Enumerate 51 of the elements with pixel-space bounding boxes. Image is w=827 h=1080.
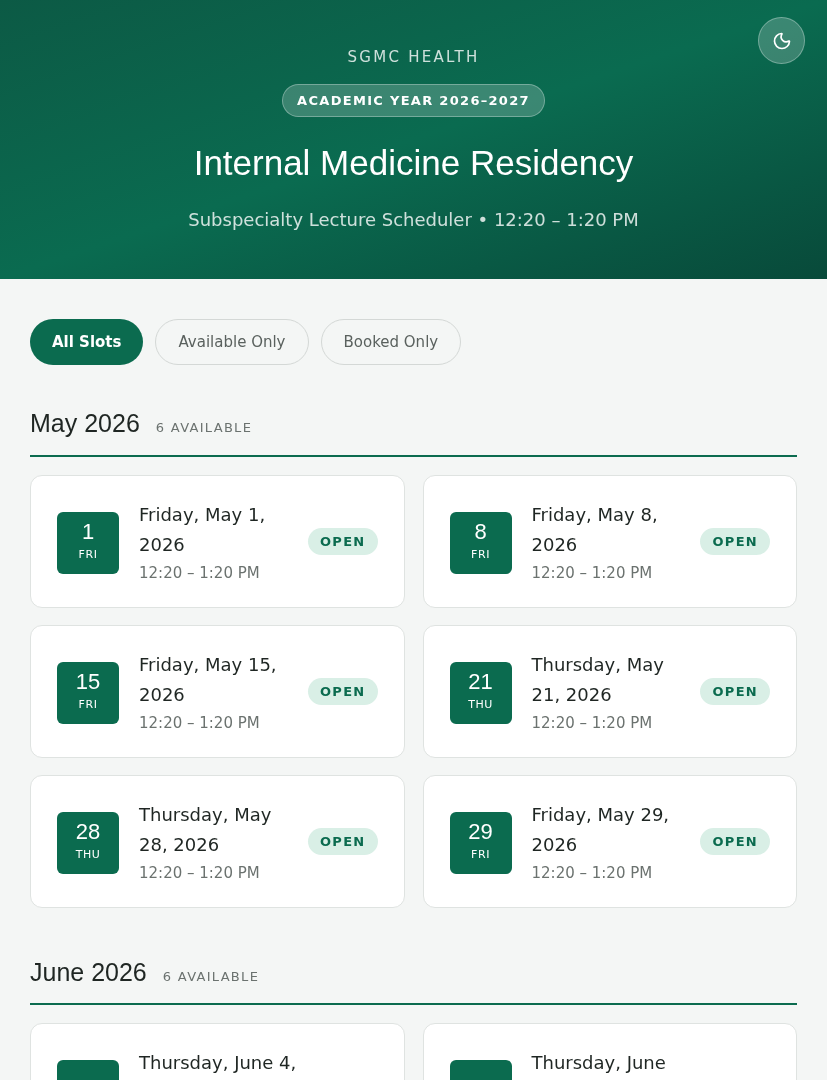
slot-date: Friday, May 8, 2026 <box>531 502 659 557</box>
available-count: 6 AVAILABLE <box>162 967 260 986</box>
slot-date: Thursday, June <box>531 1051 667 1075</box>
status-pill: OPEN <box>307 527 378 555</box>
slot-card[interactable]: 29 FRI Friday, May 29, 2026 12:20 – 1:20 PM OPEN <box>422 774 797 908</box>
page-title: Internal Medicine Residency <box>193 142 634 184</box>
status-pill: OPEN <box>307 827 378 855</box>
filter-button[interactable]: All Slots <box>30 319 144 365</box>
weekday: THU <box>75 847 101 864</box>
weekday: FRI <box>78 547 98 564</box>
slot-date: Friday, May 29, 2026 <box>531 802 671 857</box>
slot-date: Thursday, May 21, 2026 <box>531 652 665 707</box>
slot-card[interactable]: 8 FRI Friday, May 8, 2026 12:20 – 1:20 PM OPEN <box>422 474 797 608</box>
slot-card[interactable]: Thursday, June <box>422 1023 797 1080</box>
slot-time: 12:20 – 1:20 PM <box>531 562 654 584</box>
month-heading: June 2026 <box>30 956 147 988</box>
month-heading: May 2026 <box>30 408 140 439</box>
slot-card[interactable]: 1 FRI Friday, May 1, 2026 12:20 – 1:20 PM OPEN <box>30 474 405 608</box>
slot-date: Thursday, May 28, 2026 <box>139 802 273 857</box>
status-pill: OPEN <box>700 527 770 555</box>
slot-date: Friday, May 1, 2026 <box>139 502 267 557</box>
status-pill: OPEN <box>307 677 378 705</box>
day-number: 28 <box>75 821 101 844</box>
slot-time: 12:20 – 1:20 PM <box>139 562 261 584</box>
slot-time: 12:20 – 1:20 PM <box>139 712 261 734</box>
slot-card[interactable]: Thursday, June 4, <box>30 1023 405 1080</box>
slot-card[interactable]: 28 THU Thursday, May 28, 2026 12:20 – 1:20 PM OPEN <box>30 774 405 908</box>
theme-toggle-button[interactable] <box>758 17 805 64</box>
weekday: FRI <box>471 547 490 564</box>
slot-time: 12:20 – 1:20 PM <box>531 712 654 734</box>
day-number: 21 <box>468 671 493 694</box>
page-subtitle: Subspecialty Lecture Scheduler • 12:20 – 1:20 PM <box>188 207 639 232</box>
day-number: 1 <box>81 521 95 544</box>
day-number: 8 <box>474 521 487 544</box>
available-count: 6 AVAILABLE <box>155 419 253 437</box>
day-number: 29 <box>468 821 493 844</box>
slot-card[interactable]: 15 FRI Friday, May 15, 2026 12:20 – 1:20 PM OPEN <box>30 624 405 758</box>
slot-date: Friday, May 15, 2026 <box>139 652 278 707</box>
academic-year-badge: ACADEMIC YEAR 2026–2027 <box>282 83 545 117</box>
slot-date: Thursday, June 4, <box>139 1051 298 1075</box>
moon-icon <box>771 30 792 51</box>
day-number: 15 <box>75 671 101 694</box>
status-pill: OPEN <box>700 827 770 855</box>
slot-time: 12:20 – 1:20 PM <box>139 862 261 884</box>
status-pill: OPEN <box>700 677 770 705</box>
slot-time: 12:20 – 1:20 PM <box>531 862 654 884</box>
organization-name: SGMC HEALTH <box>347 47 480 68</box>
weekday: THU <box>468 697 493 714</box>
weekday: FRI <box>471 847 490 864</box>
slot-card[interactable]: 21 THU Thursday, May 21, 2026 12:20 – 1:20 PM OPEN <box>422 624 797 758</box>
weekday: FRI <box>78 697 98 714</box>
